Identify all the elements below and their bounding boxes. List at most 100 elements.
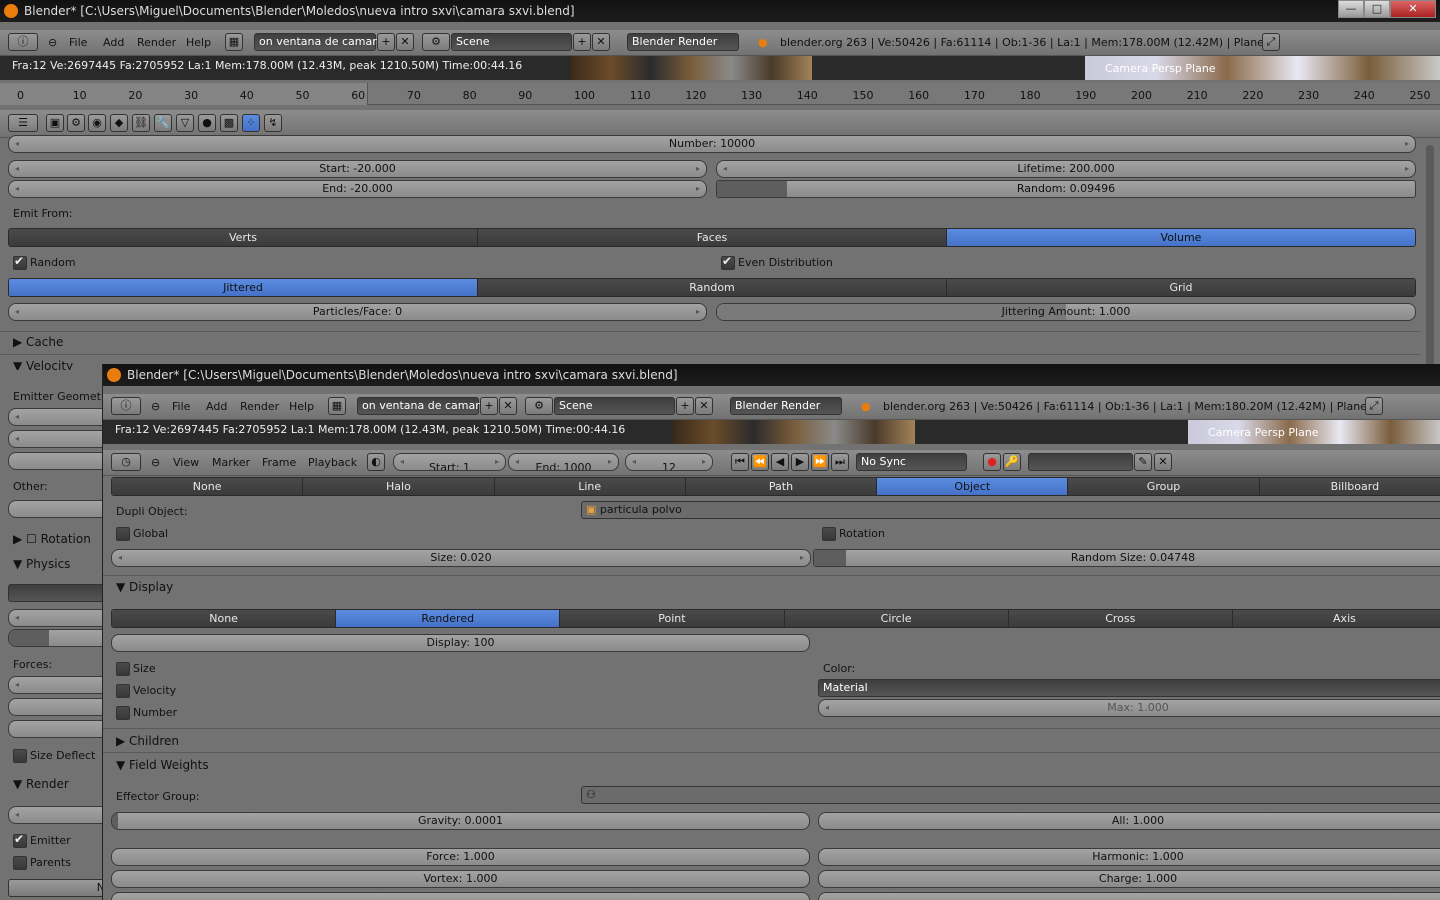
remove-scene-icon[interactable]: ✕ bbox=[592, 33, 610, 51]
play-icon[interactable]: ▶ bbox=[791, 453, 809, 471]
size-deflect-checkbox[interactable]: Size Deflect bbox=[13, 749, 95, 763]
global-checkbox[interactable]: Global bbox=[116, 527, 168, 541]
preview-range-icon[interactable]: ◐ bbox=[367, 453, 385, 471]
properties-scrollbar[interactable] bbox=[1426, 145, 1434, 367]
render-line[interactable]: Line bbox=[494, 478, 686, 495]
jump-end-icon[interactable]: ⏭ bbox=[831, 453, 849, 471]
display-mode-selector[interactable]: None Rendered Point Circle Cross Axis bbox=[111, 609, 1440, 628]
start-slider[interactable]: ◂ Start: -20.000 ▸ bbox=[8, 160, 707, 178]
vortex-slider[interactable]: Vortex: 1.000 bbox=[111, 870, 810, 888]
menu-add[interactable]: Add bbox=[103, 36, 124, 49]
charge-slider[interactable]: Charge: 1.000 bbox=[818, 870, 1440, 888]
max-slider[interactable]: ◂ Max: 1.000 bbox=[818, 699, 1440, 717]
jump-start-icon[interactable]: ⏮ bbox=[731, 453, 749, 471]
play-reverse-icon[interactable]: ◀ bbox=[771, 453, 789, 471]
emit-volume[interactable]: Volume bbox=[947, 229, 1415, 246]
scene-name-field[interactable]: Scene bbox=[451, 33, 572, 51]
all-slider[interactable]: All: 1.000 bbox=[818, 812, 1440, 830]
world-tab-icon[interactable]: ◉ bbox=[88, 114, 106, 132]
forces-slider-2[interactable] bbox=[8, 698, 108, 716]
force-slider[interactable]: Force: 1.000 bbox=[111, 848, 810, 866]
data-tab-icon[interactable]: ▽ bbox=[176, 114, 194, 132]
scene-name-field[interactable]: Scene bbox=[554, 397, 675, 415]
display-section-header[interactable]: ▼ Display bbox=[116, 580, 173, 594]
random-size-slider[interactable]: Random Size: 0.04748 bbox=[813, 549, 1440, 567]
other-slider[interactable] bbox=[8, 500, 108, 518]
delete-keyframe-icon[interactable]: ✕ bbox=[1154, 453, 1172, 471]
menu-file[interactable]: File bbox=[172, 400, 190, 413]
dist-grid[interactable]: Grid bbox=[947, 279, 1415, 296]
jump-keyframe-forward-icon[interactable]: ⏩ bbox=[811, 453, 829, 471]
rotation-section-header[interactable]: ▶ ☐ Rotation bbox=[13, 532, 91, 546]
scene-icon[interactable]: ⚙ bbox=[422, 33, 450, 51]
editor-type-info-icon[interactable]: ⓘ bbox=[8, 33, 38, 51]
minimize-button[interactable]: — bbox=[1338, 0, 1364, 18]
render-billboard[interactable]: Billboard bbox=[1259, 478, 1440, 495]
keying-icon[interactable]: 🔑 bbox=[1003, 453, 1021, 471]
render-none[interactable]: None bbox=[112, 478, 304, 495]
end-slider[interactable]: ◂ End: -20.000 ▸ bbox=[8, 180, 707, 198]
show-size-checkbox[interactable]: Size bbox=[116, 662, 156, 676]
harmonic-slider[interactable]: Harmonic: 1.000 bbox=[818, 848, 1440, 866]
render-left-button[interactable]: N bbox=[8, 879, 108, 897]
menu-help[interactable]: Help bbox=[289, 400, 314, 413]
size-slider[interactable]: ◂ Size: 0.020 ▸ bbox=[111, 549, 811, 567]
render-material-slider[interactable]: ◂ bbox=[8, 806, 108, 824]
object-tab-icon[interactable]: ◆ bbox=[110, 114, 128, 132]
scene-tab-icon[interactable]: ⚙ bbox=[67, 114, 85, 132]
physics-type-select[interactable] bbox=[8, 584, 108, 602]
add-scene-icon[interactable]: + bbox=[573, 33, 591, 51]
screen-name-field[interactable]: on ventana de camara bbox=[254, 33, 383, 51]
keying-set-field[interactable] bbox=[1028, 453, 1133, 471]
screen-layout-icon[interactable]: ▦ bbox=[225, 33, 243, 51]
even-distribution-checkbox[interactable]: Even Distribution bbox=[721, 254, 833, 270]
menu-render[interactable]: Render bbox=[240, 400, 279, 413]
dist-jittered[interactable]: Jittered bbox=[9, 279, 478, 296]
constraints-tab-icon[interactable]: ⛓ bbox=[132, 114, 150, 132]
scene-icon[interactable]: ⚙ bbox=[525, 397, 553, 415]
maximize-button[interactable]: □ bbox=[1364, 0, 1390, 18]
collapse-icon[interactable]: ⊖ bbox=[48, 36, 57, 49]
forces-slider-3[interactable] bbox=[8, 720, 108, 738]
display-rendered[interactable]: Rendered bbox=[336, 610, 561, 627]
show-number-checkbox[interactable]: Number bbox=[116, 706, 177, 720]
modifiers-tab-icon[interactable]: 🔧 bbox=[154, 114, 172, 132]
timeline-ruler[interactable]: 0 10 20 30 40 50 60 70 80 90 100 110 120 130 140 150 160… bbox=[0, 83, 1440, 105]
color-mode-select[interactable]: Material bbox=[818, 679, 1440, 697]
gravity-slider[interactable]: Gravity: 0.0001 bbox=[111, 812, 810, 830]
remove-screen-icon[interactable]: ✕ bbox=[396, 33, 414, 51]
add-screen-icon[interactable]: + bbox=[480, 397, 498, 415]
screen-name-field[interactable]: on ventana de camara bbox=[357, 397, 486, 415]
lifetime-slider[interactable]: ◂ Lifetime: 200.000 ▸ bbox=[716, 160, 1416, 178]
distribution-selector[interactable]: Jittered Random Grid bbox=[8, 278, 1416, 297]
collapse-icon[interactable]: ⊖ bbox=[151, 456, 160, 469]
magnetic-slider[interactable] bbox=[111, 892, 810, 900]
lennard-jones-slider[interactable] bbox=[818, 892, 1440, 900]
dist-random[interactable]: Random bbox=[478, 279, 947, 296]
render-type-selector[interactable]: None Halo Line Path Object Group Billboa… bbox=[111, 477, 1440, 496]
menu-playback[interactable]: Playback bbox=[308, 456, 357, 469]
add-scene-icon[interactable]: + bbox=[676, 397, 694, 415]
menu-marker[interactable]: Marker bbox=[212, 456, 250, 469]
emit-from-selector[interactable]: Verts Faces Volume bbox=[8, 228, 1416, 247]
emitter-checkbox[interactable]: Emitter bbox=[13, 832, 71, 848]
physics-tab-icon[interactable]: ↯ bbox=[264, 114, 282, 132]
sync-mode-select[interactable]: No Sync bbox=[856, 453, 967, 471]
particles-face-slider[interactable]: ◂ Particles/Face: 0 ▸ bbox=[8, 303, 707, 321]
emitter-geometry-slider-1[interactable]: ◂ bbox=[8, 408, 108, 426]
menu-file[interactable]: File bbox=[69, 36, 87, 49]
display-circle[interactable]: Circle bbox=[784, 610, 1009, 627]
render-tab-icon[interactable]: ▣ bbox=[46, 114, 64, 132]
render-group[interactable]: Group bbox=[1068, 478, 1260, 495]
display-point[interactable]: Point bbox=[560, 610, 785, 627]
physics-slider-2[interactable] bbox=[8, 629, 108, 647]
render-object[interactable]: Object bbox=[877, 478, 1069, 495]
render-engine-select[interactable]: Blender Render bbox=[627, 33, 739, 51]
insert-keyframe-icon[interactable]: ✎ bbox=[1134, 453, 1152, 471]
render-section-header[interactable]: ▼ Render bbox=[13, 777, 69, 791]
emitter-geometry-slider-2[interactable]: ◂ bbox=[8, 430, 108, 448]
menu-render[interactable]: Render bbox=[137, 36, 176, 49]
menu-add[interactable]: Add bbox=[206, 400, 227, 413]
parents-checkbox[interactable]: Parents bbox=[13, 856, 71, 870]
menu-view[interactable]: View bbox=[173, 456, 199, 469]
